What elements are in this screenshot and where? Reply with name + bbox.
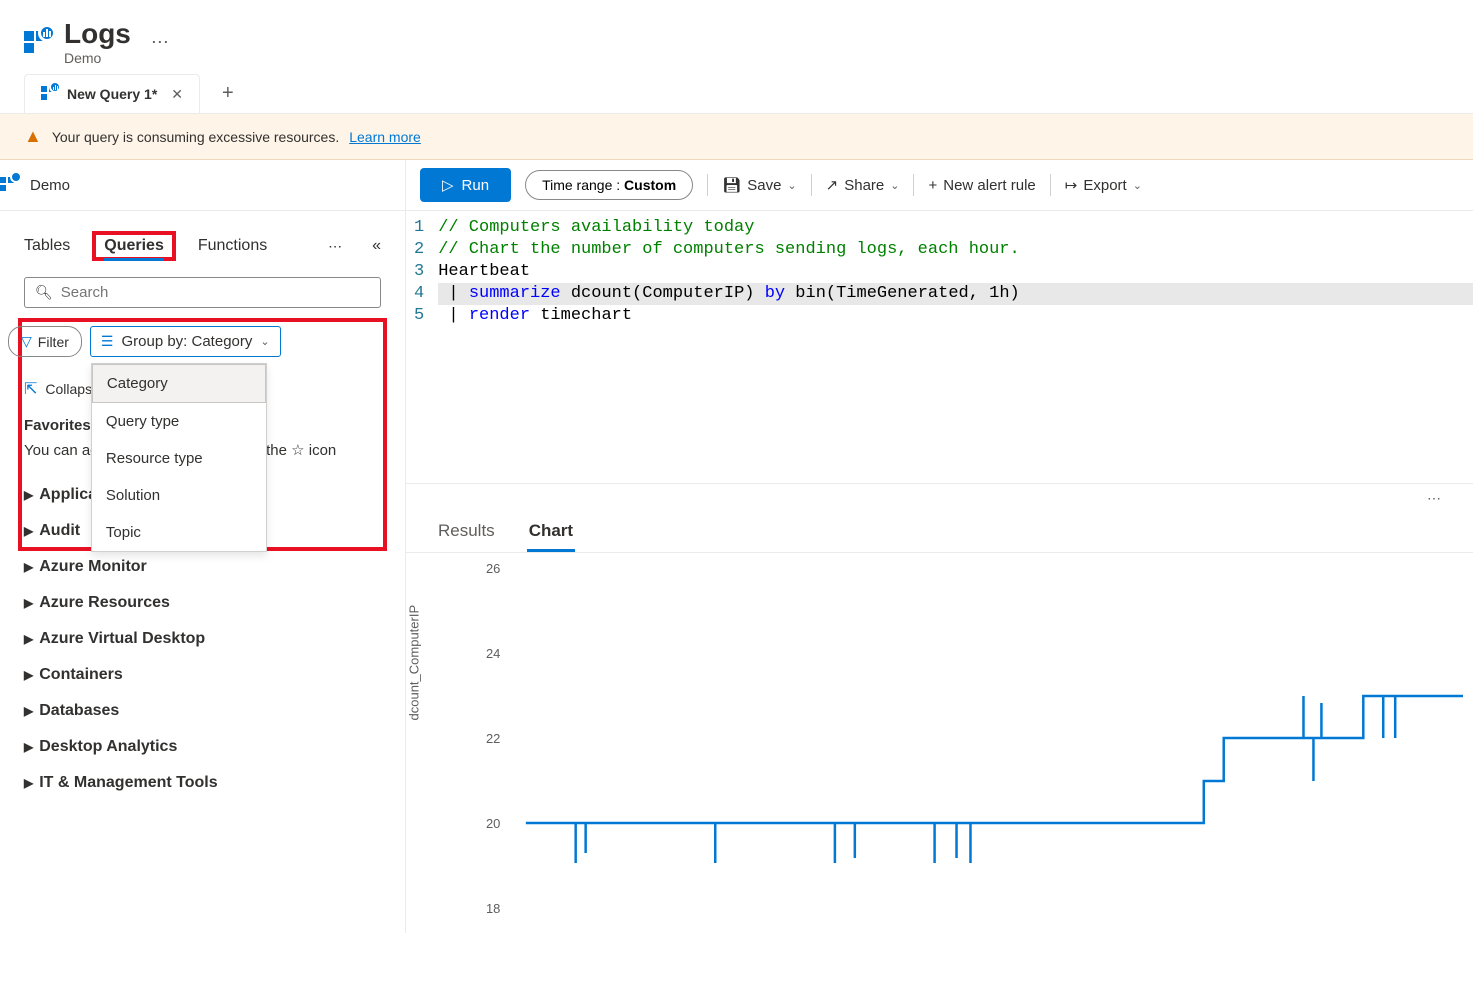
- caret-right-icon: ▶: [24, 596, 33, 610]
- panel-tabs: Tables Queries Functions ⋯ «: [24, 221, 381, 267]
- chart-svg: 26 24 22 20 18: [466, 563, 1463, 923]
- group-by-menu: Category Query type Resource type Soluti…: [91, 363, 267, 552]
- panel-more-icon[interactable]: ⋯: [322, 238, 350, 255]
- search-input[interactable]: [61, 284, 370, 301]
- group-by-option[interactable]: Solution: [92, 477, 266, 514]
- chevron-down-icon: ⌄: [890, 179, 899, 192]
- category-row[interactable]: ▶Databases: [24, 693, 381, 729]
- list-icon: ☰: [101, 333, 114, 350]
- play-icon: ▷: [442, 176, 454, 194]
- plus-icon: +: [928, 177, 937, 194]
- save-button[interactable]: 💾︎ Save ⌄: [722, 176, 796, 194]
- warning-icon: ▲: [24, 126, 42, 147]
- left-panel: Tables Queries Functions ⋯ « 🔍︎ ▽ Filter…: [0, 211, 406, 933]
- query-tab-icon: [41, 85, 59, 103]
- code-area[interactable]: // Computers availability today // Chart…: [438, 217, 1473, 327]
- group-by-option[interactable]: Category: [92, 364, 266, 403]
- highlight-queries: Queries: [92, 231, 176, 261]
- export-icon: ↦: [1065, 176, 1078, 194]
- header-more-icon[interactable]: ⋯: [151, 32, 169, 53]
- category-row[interactable]: ▶IT & Management Tools: [24, 765, 381, 801]
- chevron-down-icon: ⌄: [1133, 179, 1142, 192]
- scope-icon: [0, 175, 20, 195]
- group-by-option[interactable]: Query type: [92, 403, 266, 440]
- warning-text: Your query is consuming excessive resour…: [52, 129, 339, 145]
- caret-right-icon: ▶: [24, 740, 33, 754]
- svg-text:22: 22: [486, 731, 500, 746]
- scope-label[interactable]: Demo: [30, 177, 70, 194]
- svg-text:24: 24: [486, 646, 500, 661]
- y-axis-label: dcount_ComputerIP: [407, 605, 422, 721]
- group-by-option[interactable]: Resource type: [92, 440, 266, 477]
- export-button[interactable]: ↦ Export ⌄: [1065, 176, 1142, 194]
- toolbar: ▷ Run Time range : Custom 💾︎ Save ⌄ ↗ Sh…: [406, 160, 1473, 211]
- run-label: Run: [462, 177, 490, 194]
- search-box[interactable]: 🔍︎: [24, 277, 381, 308]
- warning-bar: ▲ Your query is consuming excessive reso…: [0, 114, 1473, 160]
- share-button[interactable]: ↗ Share ⌄: [826, 176, 900, 194]
- caret-right-icon: ▶: [24, 632, 33, 646]
- collapse-icon: ⇱: [24, 379, 37, 399]
- close-tab-icon[interactable]: ✕: [171, 86, 183, 103]
- query-editor[interactable]: 12345 // Computers availability today //…: [406, 211, 1473, 333]
- tab-tables[interactable]: Tables: [24, 233, 70, 259]
- svg-text:26: 26: [486, 563, 500, 576]
- group-by-dropdown[interactable]: ☰ Group by: Category ⌄ Category Query ty…: [90, 326, 281, 357]
- category-row[interactable]: ▶Azure Resources: [24, 585, 381, 621]
- logs-logo-icon: [24, 28, 52, 56]
- result-area: ⋯ Results Chart dcount_ComputerIP 26 24 …: [406, 483, 1473, 933]
- category-row[interactable]: ▶Containers: [24, 657, 381, 693]
- query-tab-label: New Query 1*: [67, 86, 157, 102]
- search-icon: 🔍︎: [35, 284, 53, 301]
- page-title: Logs: [64, 18, 131, 50]
- right-panel: 12345 // Computers availability today //…: [406, 211, 1473, 933]
- new-alert-button[interactable]: + New alert rule: [928, 177, 1035, 194]
- tab-queries[interactable]: Queries: [104, 233, 164, 261]
- tab-chart[interactable]: Chart: [527, 513, 575, 552]
- category-row[interactable]: ▶Azure Monitor: [24, 549, 381, 585]
- page-header: Logs Demo ⋯: [0, 0, 1473, 74]
- category-row[interactable]: ▶Desktop Analytics: [24, 729, 381, 765]
- caret-right-icon: ▶: [24, 488, 33, 502]
- svg-text:20: 20: [486, 816, 500, 831]
- learn-more-link[interactable]: Learn more: [349, 129, 421, 145]
- group-by-option[interactable]: Topic: [92, 514, 266, 551]
- category-row[interactable]: ▶Azure Virtual Desktop: [24, 621, 381, 657]
- star-icon: ☆: [291, 442, 304, 459]
- caret-right-icon: ▶: [24, 776, 33, 790]
- tab-results[interactable]: Results: [436, 513, 497, 552]
- query-tabs-row: New Query 1* ✕ +: [0, 74, 1473, 114]
- query-tab[interactable]: New Query 1* ✕: [24, 74, 200, 113]
- time-range-button[interactable]: Time range : Custom: [525, 170, 693, 200]
- save-icon: 💾︎: [722, 176, 741, 194]
- line-gutter: 12345: [414, 217, 438, 327]
- filter-button[interactable]: ▽ Filter: [8, 326, 82, 357]
- caret-right-icon: ▶: [24, 704, 33, 718]
- share-icon: ↗: [826, 176, 839, 194]
- filter-icon: ▽: [21, 333, 32, 350]
- caret-right-icon: ▶: [24, 524, 33, 538]
- chevron-down-icon: ⌄: [787, 179, 796, 192]
- tab-functions[interactable]: Functions: [198, 233, 267, 259]
- collapse-panel-icon[interactable]: «: [372, 237, 381, 255]
- result-more-icon[interactable]: ⋯: [406, 484, 1473, 507]
- group-by-label: Group by: Category: [121, 333, 252, 350]
- svg-text:18: 18: [486, 901, 500, 916]
- caret-right-icon: ▶: [24, 668, 33, 682]
- page-subtitle: Demo: [64, 50, 131, 66]
- chevron-down-icon: ⌄: [260, 335, 269, 348]
- caret-right-icon: ▶: [24, 560, 33, 574]
- result-tabs: Results Chart: [406, 507, 1473, 553]
- run-button[interactable]: ▷ Run: [420, 168, 511, 202]
- chart: dcount_ComputerIP 26 24 22 20 18: [406, 553, 1473, 933]
- add-tab-button[interactable]: +: [212, 76, 244, 111]
